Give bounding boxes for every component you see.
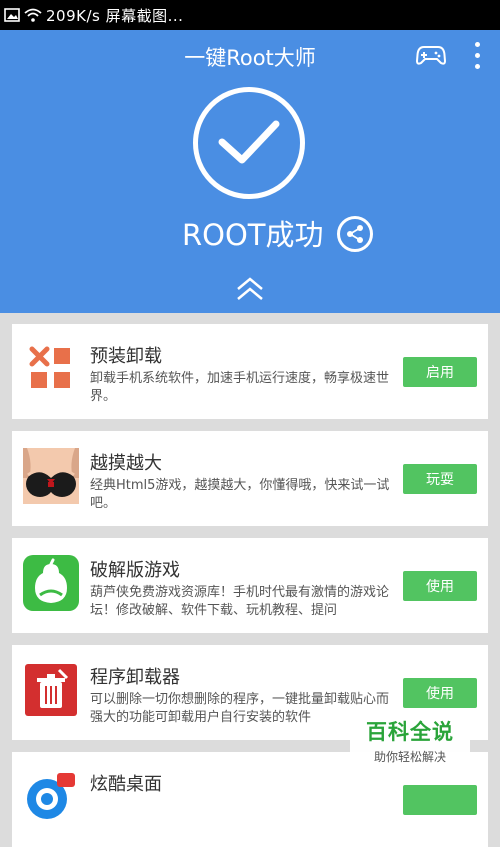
share-icon [347, 225, 363, 243]
uninstall-icon [23, 341, 79, 397]
overflow-menu-button[interactable] [466, 38, 488, 72]
menu-dot-icon [474, 63, 480, 69]
menu-dot-icon [474, 41, 480, 47]
play-button[interactable]: 玩耍 [403, 464, 477, 494]
double-chevron-up-icon [237, 277, 263, 300]
collapse-button[interactable] [232, 272, 268, 306]
app-title: 越摸越大 [90, 453, 162, 474]
status-bar: 209K/s 屏幕截图... [0, 0, 500, 30]
app-description: 卸载手机系统软件，加速手机运行速度，畅享极速世界。 [90, 371, 390, 404]
watermark-sub-text: 助你轻松解决 [373, 750, 446, 764]
watermark: 百科全说 助你轻松解决 [350, 710, 470, 770]
wifi-icon [24, 8, 42, 22]
list-item[interactable]: 破解版游戏 葫芦侠免费游戏资源库！手机时代最有激情的游戏论坛！修改破解、软件下载… [12, 538, 488, 633]
game-thumbnail [23, 448, 79, 504]
gamepad-icon [416, 46, 446, 65]
checkmark-icon [218, 120, 280, 164]
menu-dot-icon [474, 52, 480, 58]
app-description: 经典Html5游戏，越摸越大，你懂得哦，快来试一试吧。 [90, 478, 390, 511]
desktop-app-icon [23, 769, 79, 825]
app-description: 葫芦侠免费游戏资源库！手机时代最有激情的游戏论坛！修改破解、软件下载、玩机教程、… [90, 585, 390, 618]
trash-icon [23, 662, 79, 718]
app-title: 程序卸载器 [90, 667, 180, 688]
success-check-circle [193, 87, 305, 199]
list-item[interactable]: 越摸越大 经典Html5游戏，越摸越大，你懂得哦，快来试一试吧。 玩耍 [12, 431, 488, 526]
gamepad-button[interactable] [414, 40, 448, 70]
image-notification-icon [4, 8, 20, 22]
app-title: 预装卸载 [90, 346, 162, 367]
use-button[interactable]: 使用 [403, 678, 477, 708]
app-title: 炫酷桌面 [90, 774, 162, 795]
enable-button[interactable]: 启用 [403, 357, 477, 387]
use-button[interactable]: 使用 [403, 571, 477, 601]
list-item[interactable]: 预装卸载 卸载手机系统软件，加速手机运行速度，畅享极速世界。 启用 [12, 324, 488, 419]
app-description: 可以删除一切你想删除的程序，一键批量卸载贴心而强大的功能可卸载用户自行安装的软件 [90, 692, 390, 725]
app-title: 破解版游戏 [90, 560, 180, 581]
share-button[interactable] [337, 216, 373, 252]
status-icons [4, 8, 42, 22]
gourd-icon [23, 555, 79, 611]
root-status-text: ROOT成功 [182, 218, 324, 252]
hero-header: 一键Root大师 ROOT成功 [0, 30, 500, 313]
watermark-main-text: 百科全说 [366, 720, 454, 744]
status-bar-text: 209K/s 屏幕截图... [46, 6, 184, 25]
